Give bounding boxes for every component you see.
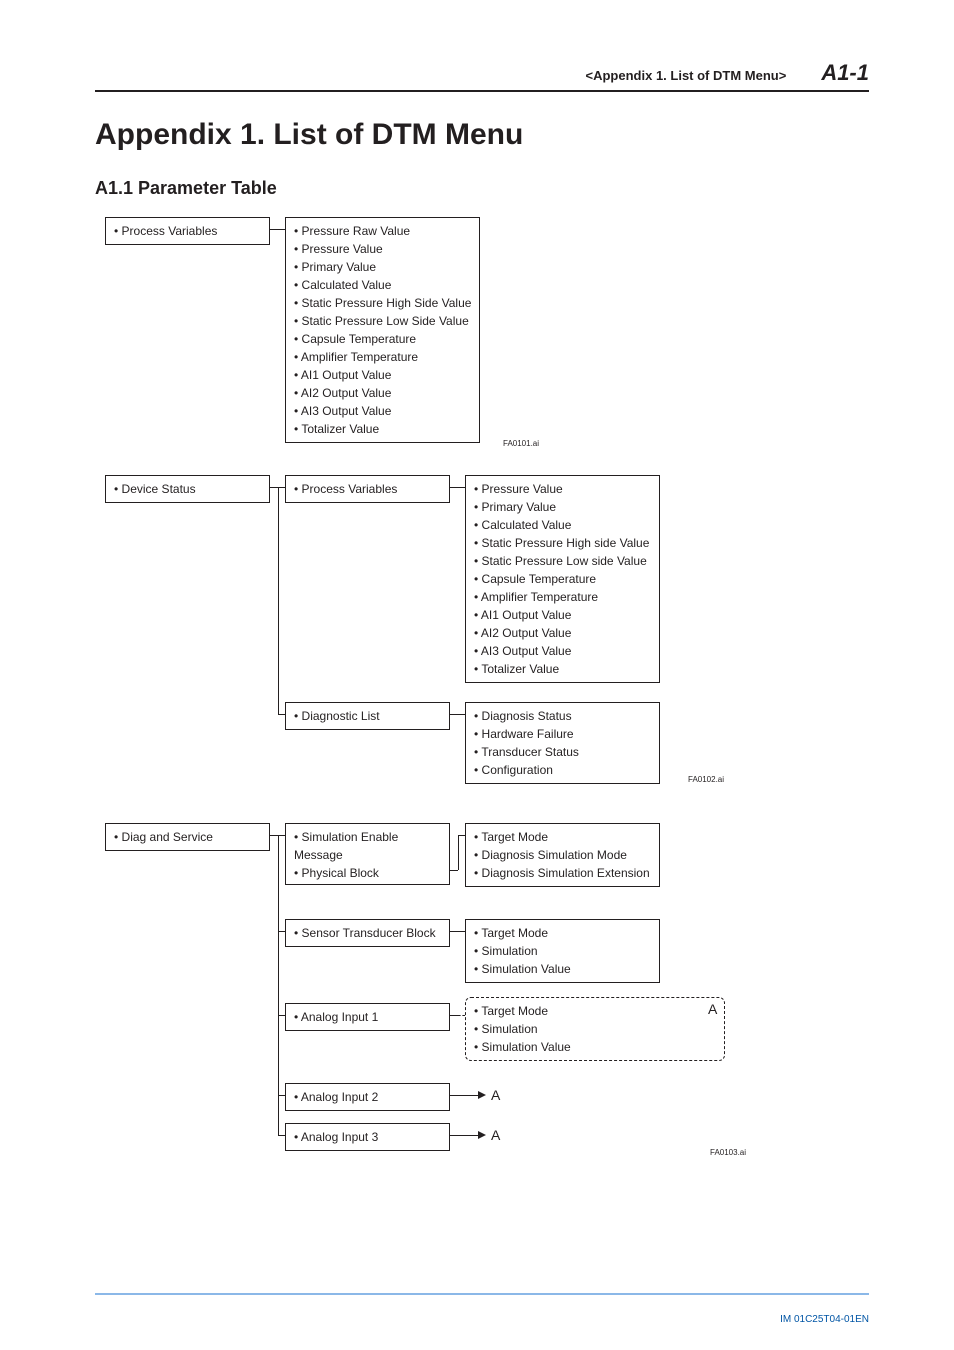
fig2-child1: Process Variables: [285, 475, 450, 503]
header-context: <Appendix 1. List of DTM Menu>: [586, 68, 787, 83]
arrow-icon: [478, 1131, 486, 1139]
fig3-col2-box1: Simulation Enable Message Physical Block: [285, 823, 450, 885]
fig3-col3-box3: Target Mode Simulation Simulation Value: [465, 997, 725, 1061]
fig3-col2-box5: Analog Input 3: [285, 1123, 450, 1151]
fig1-children: Pressure Raw Value Pressure Value Primar…: [285, 217, 480, 443]
fig2-child1-items: Pressure Value Primary Value Calculated …: [465, 475, 660, 683]
fig3-col2-box4: Analog Input 2: [285, 1083, 450, 1111]
fig2-caption: FA0102.ai: [688, 775, 724, 784]
fig3-root: Diag and Service: [105, 823, 270, 851]
fig2-child2-items: Diagnosis Status Hardware Failure Transd…: [465, 702, 660, 784]
fig3-col3-box2: Target Mode Simulation Simulation Value: [465, 919, 660, 983]
footer-rule: [95, 1293, 869, 1295]
appendix-title: Appendix 1. List of DTM Menu: [95, 118, 869, 152]
fig3-caption: FA0103.ai: [710, 1148, 746, 1157]
fig1-root: Process Variables: [105, 217, 270, 245]
arrow-icon: [478, 1091, 486, 1099]
fig3-col2-box3: Analog Input 1: [285, 1003, 450, 1031]
fig3-col3-box1: Target Mode Diagnosis Simulation Mode Di…: [465, 823, 660, 887]
fig1-caption: FA0101.ai: [503, 439, 539, 448]
figure-2: Device Status Process Variables Pressure…: [95, 475, 869, 795]
figure-3: Diag and Service Simulation Enable Messa…: [95, 823, 869, 1173]
fig3-ref-a2: A: [491, 1087, 500, 1103]
page-header: <Appendix 1. List of DTM Menu> A1-1: [95, 60, 869, 92]
fig3-ref-a3: A: [491, 1127, 500, 1143]
fig2-child2: Diagnostic List: [285, 702, 450, 730]
document-id: IM 01C25T04-01EN: [780, 1314, 869, 1325]
figure-1: Process Variables Pressure Raw Value Pre…: [95, 217, 869, 447]
fig2-root: Device Status: [105, 475, 270, 503]
fig3-col2-box2: Sensor Transducer Block: [285, 919, 450, 947]
fig3-ref-a1: A: [708, 1001, 717, 1017]
section-heading: A1.1 Parameter Table: [95, 178, 869, 199]
page-number: A1-1: [821, 60, 869, 86]
